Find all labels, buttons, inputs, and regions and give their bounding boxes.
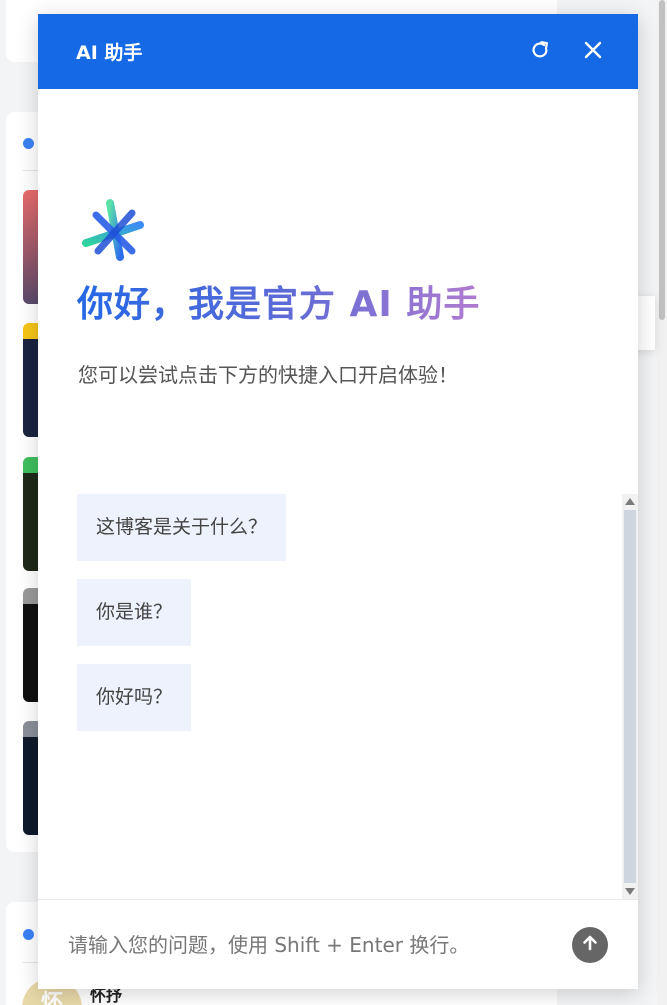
suggestion-chip[interactable]: 你好吗？ <box>77 664 192 731</box>
scroll-down-arrow[interactable] <box>625 888 635 895</box>
greeting-heading: 你好，我是官方 AI 助手 <box>77 275 480 327</box>
suggestion-chip[interactable]: 你是谁？ <box>77 579 192 646</box>
chat-scrollbar[interactable] <box>622 494 638 899</box>
suggestion-chip[interactable]: 这博客是关于什么？ <box>77 494 287 561</box>
chat-input-bar <box>38 899 638 989</box>
panel-title: AI 助手 <box>76 42 143 64</box>
close-icon <box>583 40 603 64</box>
send-button[interactable] <box>572 926 608 963</box>
question-input[interactable] <box>68 932 572 957</box>
ai-assistant-panel: AI 助手 你好，我是官方 AI 助手 您可以尝试点击下方的快捷入口开启体验！ … <box>38 14 638 989</box>
scrollbar-thumb[interactable] <box>624 510 636 883</box>
page-scrollbar[interactable] <box>657 0 667 1005</box>
panel-body: 你好，我是官方 AI 助手 您可以尝试点击下方的快捷入口开启体验！ 这博客是关于… <box>38 89 638 899</box>
arrow-up-icon <box>580 933 600 957</box>
close-button[interactable] <box>576 35 610 69</box>
refresh-button[interactable] <box>523 35 557 69</box>
panel-header: AI 助手 <box>38 14 638 89</box>
refresh-icon <box>529 39 551 65</box>
section-dot <box>23 929 34 940</box>
greeting-subtitle: 您可以尝试点击下方的快捷入口开启体验！ <box>78 363 458 387</box>
section-dot <box>23 138 34 149</box>
scrollbar-thumb[interactable] <box>659 0 665 320</box>
quick-suggestions: 这博客是关于什么？ 你是谁？ 你好吗？ <box>77 494 287 749</box>
sparkle-star-icon <box>80 199 146 265</box>
scroll-up-arrow[interactable] <box>625 498 635 505</box>
